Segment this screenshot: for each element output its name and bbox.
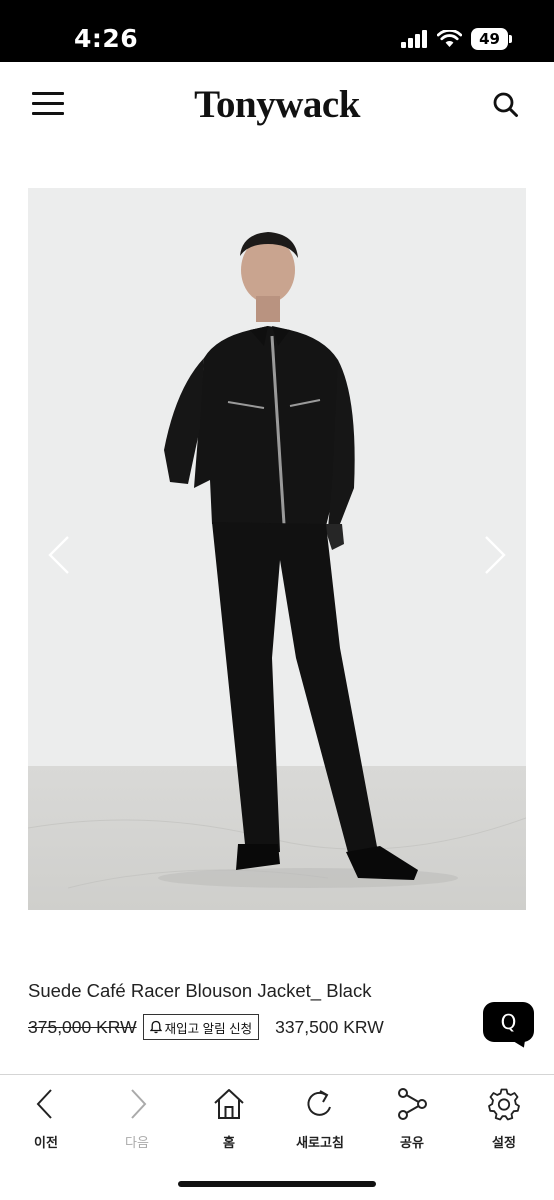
home-button[interactable]: 홈 <box>194 1083 264 1151</box>
product-image[interactable] <box>28 188 526 910</box>
gear-icon <box>488 1088 520 1121</box>
share-button[interactable]: 공유 <box>377 1083 447 1151</box>
wifi-icon <box>437 30 462 47</box>
forward-button[interactable]: 다음 <box>102 1083 172 1151</box>
status-bar: 4:26 49 <box>0 0 554 62</box>
back-label: 이전 <box>34 1136 58 1151</box>
battery-indicator: 49 <box>471 28 512 50</box>
settings-label: 설정 <box>492 1136 516 1151</box>
next-image-arrow-icon[interactable] <box>480 533 510 577</box>
back-button[interactable]: 이전 <box>11 1083 81 1151</box>
share-label: 공유 <box>400 1136 424 1151</box>
home-indicator[interactable] <box>178 1181 376 1187</box>
refresh-icon <box>307 1090 331 1116</box>
restock-alert-button[interactable]: 재입고 알림 신청 <box>142 1014 260 1040</box>
chat-button[interactable]: Q <box>483 1002 534 1042</box>
chevron-left-icon <box>36 1089 52 1119</box>
chevron-right-icon <box>131 1089 147 1119</box>
price-row: 375,000 KRW 재입고 알림 신청 337,500 KRW <box>28 1013 384 1041</box>
product-name: Suede Café Racer Blouson Jacket_ Black <box>28 980 372 1001</box>
chat-label: Q <box>500 1010 517 1034</box>
status-time: 4:26 <box>74 24 139 53</box>
sale-price: 337,500 KRW <box>275 1016 384 1037</box>
share-icon <box>398 1088 427 1120</box>
home-label: 홈 <box>223 1136 235 1151</box>
previous-image-arrow-icon[interactable] <box>44 533 74 577</box>
home-icon <box>214 1089 244 1119</box>
refresh-label: 새로고침 <box>296 1136 344 1151</box>
status-icons: 49 <box>401 28 512 50</box>
restock-alert-label: 재입고 알림 신청 <box>164 1021 253 1036</box>
signal-icon <box>401 30 427 48</box>
settings-button[interactable]: 설정 <box>469 1083 539 1151</box>
forward-label: 다음 <box>125 1136 149 1151</box>
model-figure <box>28 232 526 889</box>
original-price: 375,000 KRW <box>28 1016 137 1037</box>
search-icon[interactable] <box>491 90 521 120</box>
site-header: Tonywack <box>0 62 554 146</box>
brand-logo[interactable]: Tonywack <box>0 82 554 127</box>
bell-icon <box>149 1020 162 1034</box>
refresh-button[interactable]: 새로고침 <box>285 1083 355 1151</box>
